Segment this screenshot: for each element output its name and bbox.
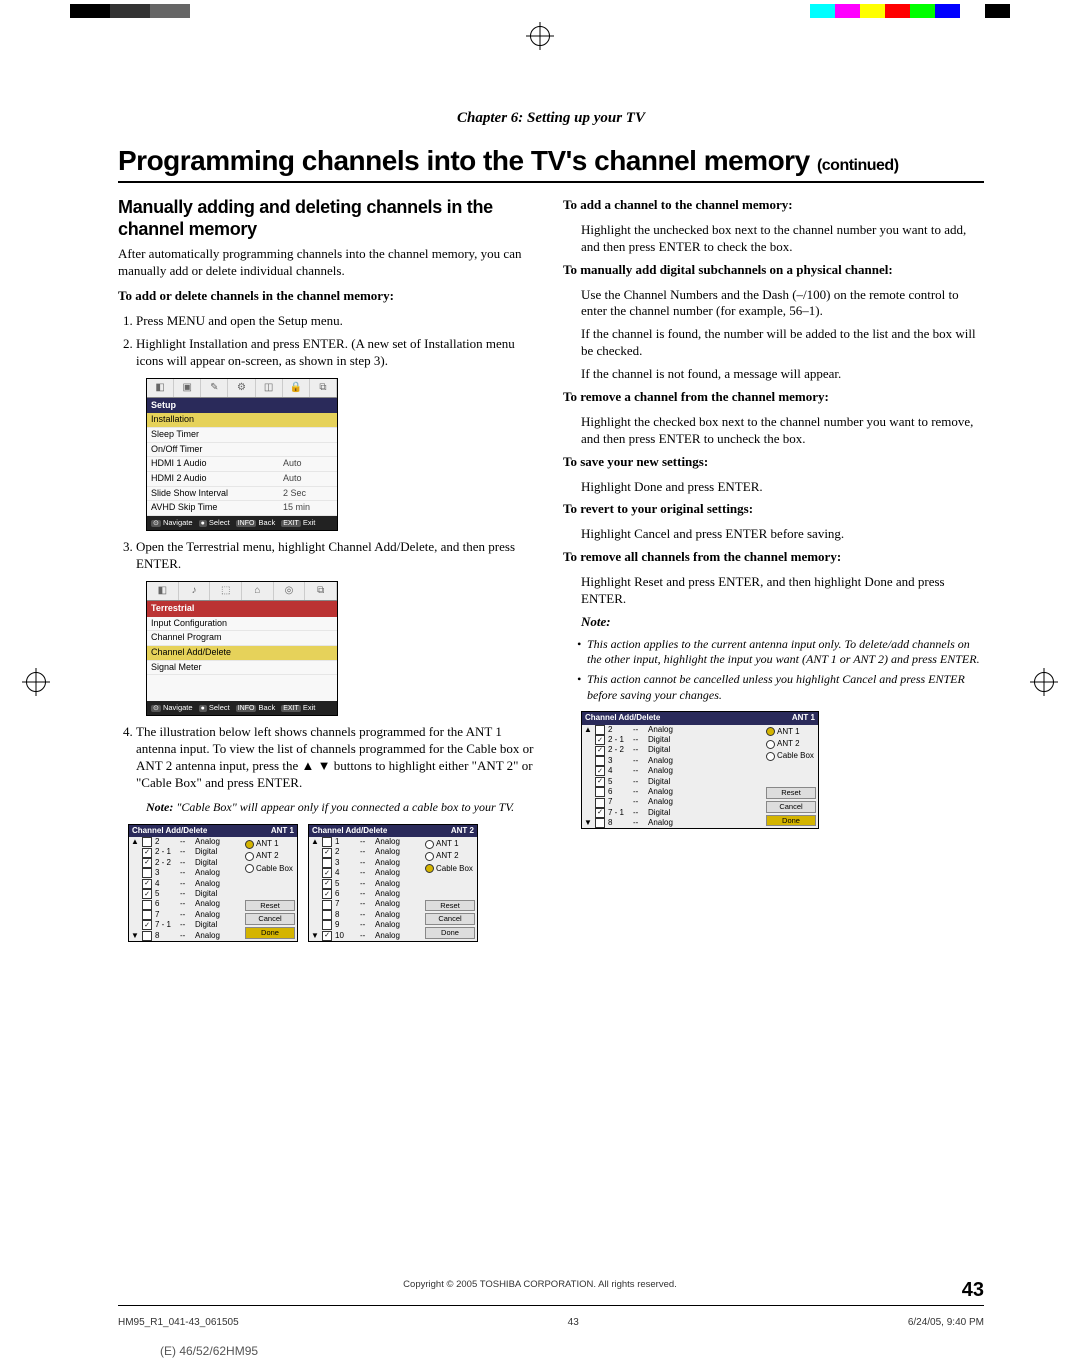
footer-date: 6/24/05, 9:40 PM	[908, 1317, 984, 1328]
manual-page: Chapter 6: Setting up your TV Programmin…	[0, 0, 1080, 1364]
note-bullets: This action applies to the current anten…	[577, 637, 984, 703]
save-body: Highlight Done and press ENTER.	[581, 479, 984, 496]
section-heading: Manually adding and deleting channels in…	[118, 197, 539, 240]
subch-heading: To manually add digital subchannels on a…	[563, 262, 893, 277]
osd-terrestrial-screenshot: ◧♪⬚⌂◎⧉ Terrestrial Input ConfigurationCh…	[146, 581, 338, 717]
procedure-heading: To add or delete channels in the channel…	[118, 288, 539, 305]
title-continued: (continued)	[817, 157, 899, 174]
procedure-steps-cont2: The illustration below left shows channe…	[136, 724, 539, 792]
registration-mark-right	[1030, 668, 1058, 696]
copyright-line: Copyright © 2005 TOSHIBA CORPORATION. Al…	[0, 1279, 1080, 1290]
footer-page: 43	[568, 1317, 579, 1328]
title-main: Programming channels into the TV's chann…	[118, 145, 817, 176]
registration-mark-left	[22, 668, 50, 696]
channel-list-big: Channel Add/DeleteANT 1▲2--Analog✓2 - 1-…	[581, 711, 819, 829]
save-heading: To save your new settings:	[563, 454, 708, 469]
step-4: The illustration below left shows channe…	[136, 724, 539, 792]
step-3: Open the Terrestrial menu, highlight Cha…	[136, 539, 539, 573]
footer-doc-id: HM95_R1_041-43_061505	[118, 1317, 239, 1328]
model-number: (E) 46/52/62HM95	[160, 1344, 258, 1358]
osd-terr-title: Terrestrial	[147, 601, 337, 617]
step-1: Press MENU and open the Setup menu.	[136, 313, 539, 330]
procedure-steps: Press MENU and open the Setup menu. High…	[136, 313, 539, 370]
remove-all-heading: To remove all channels from the channel …	[563, 549, 841, 564]
subch-body3: If the channel is not found, a message w…	[581, 366, 984, 383]
add-heading: To add a channel to the channel memory:	[563, 197, 793, 212]
remove-body: Highlight the checked box next to the ch…	[581, 414, 984, 448]
channel-tables-row: Channel Add/DeleteANT 1▲2--Analog✓2 - 1-…	[128, 824, 539, 942]
footer-rule	[118, 1305, 984, 1306]
page-number: 43	[962, 1279, 984, 1302]
note-1: This action applies to the current anten…	[577, 637, 984, 668]
osd-setup-title: Setup	[147, 398, 337, 414]
add-body: Highlight the unchecked box next to the …	[581, 222, 984, 256]
print-color-bars	[0, 4, 1080, 18]
remove-heading: To remove a channel from the channel mem…	[563, 389, 829, 404]
remove-all-body: Highlight Reset and press ENTER, and the…	[581, 574, 984, 608]
subch-body1: Use the Channel Numbers and the Dash (–/…	[581, 287, 984, 321]
page-title: Programming channels into the TV's chann…	[118, 145, 984, 183]
osd-setup-screenshot: ◧▣✎⚙◫🔒⧉ Setup InstallationSleep TimerOn/…	[146, 378, 338, 532]
channel-list-ant2: Channel Add/DeleteANT 2▲1--Analog✓2--Ana…	[308, 824, 478, 942]
chapter-heading: Chapter 6: Setting up your TV	[118, 110, 984, 127]
registration-mark-top	[526, 22, 554, 50]
note-label: Note:	[581, 614, 611, 629]
step-2: Highlight Installation and press ENTER. …	[136, 336, 539, 370]
procedure-steps-cont: Open the Terrestrial menu, highlight Cha…	[136, 539, 539, 573]
note-2: This action cannot be cancelled unless y…	[577, 672, 984, 703]
revert-heading: To revert to your original settings:	[563, 501, 753, 516]
page-content: Chapter 6: Setting up your TV Programmin…	[118, 110, 984, 1294]
channel-list-ant1: Channel Add/DeleteANT 1▲2--Analog✓2 - 1-…	[128, 824, 298, 942]
right-column: To add a channel to the channel memory: …	[563, 197, 984, 942]
subch-body2: If the channel is found, the number will…	[581, 326, 984, 360]
cable-box-note: Note: "Cable Box" will appear only if yo…	[146, 800, 539, 816]
revert-body: Highlight Cancel and press ENTER before …	[581, 526, 984, 543]
footer-info: HM95_R1_041-43_061505 43 6/24/05, 9:40 P…	[118, 1317, 984, 1328]
left-column: Manually adding and deleting channels in…	[118, 197, 539, 942]
intro-para: After automatically programming channels…	[118, 246, 539, 280]
